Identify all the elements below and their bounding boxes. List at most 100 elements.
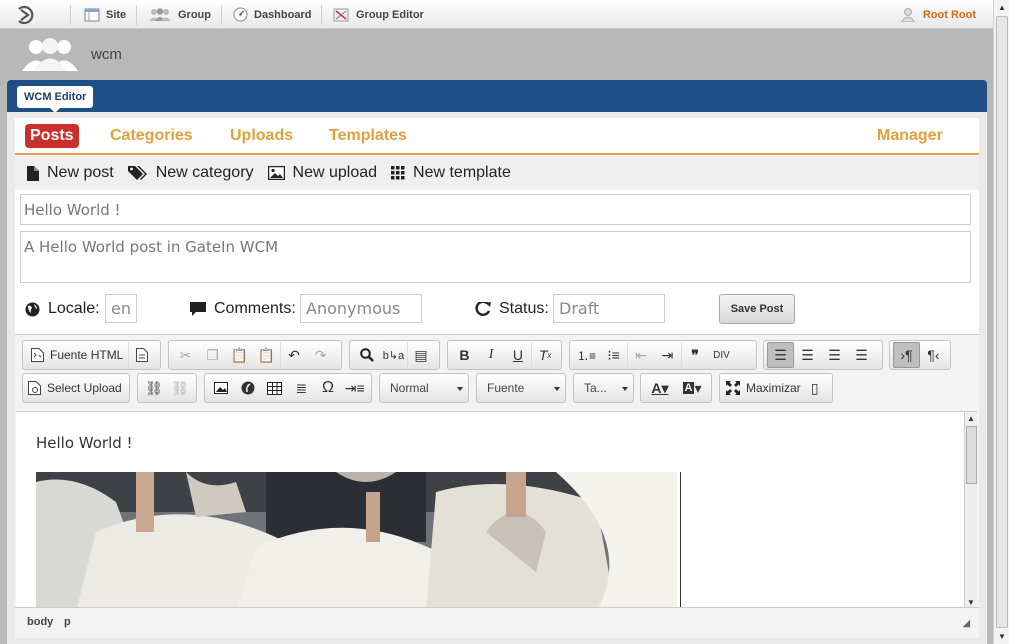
path-p[interactable]: p: [64, 616, 71, 628]
action-bar: New post New category New upload New tem…: [15, 156, 979, 190]
italic-icon[interactable]: I: [478, 342, 505, 368]
bulleted-list-icon[interactable]: ⁝≡: [600, 342, 627, 368]
group-header: wcm: [6, 30, 987, 80]
text-color-icon[interactable]: A▾: [644, 375, 676, 401]
div-container-icon[interactable]: DIV: [708, 342, 735, 368]
bg-color-icon[interactable]: A ▾: [676, 375, 708, 401]
nav-group-label: Group: [178, 8, 211, 21]
paste-icon[interactable]: 📋: [226, 342, 253, 368]
maximize-button[interactable]: Maximizar: [723, 375, 804, 401]
scrollbar-thumb[interactable]: [996, 16, 1008, 628]
page-break-icon[interactable]: ⇥≡: [341, 375, 368, 401]
table-icon[interactable]: [261, 375, 288, 401]
scroll-up-arrow-icon[interactable]: ▲: [997, 3, 1007, 13]
outdent-icon[interactable]: ⇤: [627, 342, 654, 368]
tab-posts[interactable]: Posts: [25, 124, 79, 148]
nav-group-editor[interactable]: Group Editor: [333, 0, 424, 29]
nav-group-editor-label: Group Editor: [356, 8, 424, 21]
resize-handle-icon[interactable]: ◢: [963, 618, 970, 629]
special-char-icon[interactable]: Ω: [315, 375, 342, 401]
text-direction-ltr-icon[interactable]: ›¶: [893, 342, 920, 368]
numbered-list-icon[interactable]: ⒈≡: [573, 342, 600, 368]
nav-site-label: Site: [106, 8, 127, 21]
path-body[interactable]: body: [27, 616, 53, 628]
tab-templates[interactable]: Templates: [329, 127, 407, 145]
dashboard-icon: [233, 7, 248, 22]
locale-label-group: Locale:: [25, 300, 100, 318]
tab-categories[interactable]: Categories: [110, 127, 193, 145]
gatein-logo-icon[interactable]: [16, 5, 38, 25]
format-select[interactable]: Normal: [379, 373, 469, 403]
save-post-button[interactable]: Save Post: [719, 294, 795, 324]
bold-icon[interactable]: B: [451, 342, 478, 368]
link-icon[interactable]: ⛓: [141, 375, 167, 401]
align-left-icon[interactable]: ☰: [767, 342, 794, 368]
globe-icon: [25, 302, 40, 316]
user-icon: [900, 8, 915, 22]
find-icon[interactable]: [353, 342, 380, 368]
underline-icon[interactable]: U: [505, 342, 532, 368]
align-right-icon[interactable]: ☰: [821, 342, 848, 368]
scroll-up-arrow-icon[interactable]: ▲: [967, 414, 975, 423]
new-category-button[interactable]: New category: [127, 164, 254, 182]
content-scrollbar-thumb[interactable]: [966, 426, 977, 484]
comments-label-group: Comments:: [190, 300, 296, 318]
content-scrollbar[interactable]: ▲ ▼: [964, 412, 977, 607]
text-direction-rtl-icon[interactable]: ¶‹: [920, 342, 947, 368]
tab-manager[interactable]: Manager: [877, 127, 943, 145]
font-select[interactable]: Fuente: [476, 373, 566, 403]
nav-group[interactable]: Group: [147, 0, 211, 29]
post-title-input[interactable]: Hello World !: [20, 194, 971, 225]
comments-select[interactable]: Anonymous: [300, 294, 422, 323]
tab-uploads[interactable]: Uploads: [230, 127, 293, 145]
scroll-down-arrow-icon[interactable]: ▼: [967, 598, 975, 607]
paste-text-icon[interactable]: 📋: [253, 342, 280, 368]
page-icon[interactable]: [128, 342, 155, 368]
toolbar-group-colors: A▾ A ▾: [640, 373, 712, 403]
nav-divider: [321, 5, 322, 25]
user-menu[interactable]: Root Root: [900, 0, 976, 29]
toolbar-group-insert: ≣ Ω ⇥≡: [204, 373, 372, 403]
post-excerpt-textarea[interactable]: A Hello World post in GateIn WCM: [20, 231, 971, 283]
new-post-button[interactable]: New post: [27, 164, 114, 182]
toolbar-group-upload: Select Upload: [22, 373, 130, 403]
unlink-icon[interactable]: ⛓: [167, 375, 193, 401]
window-scrollbar[interactable]: ▲ ▼: [993, 0, 1009, 644]
new-template-label: New template: [413, 164, 511, 181]
undo-icon[interactable]: ↶: [280, 342, 307, 368]
select-upload-button[interactable]: Select Upload: [26, 375, 124, 401]
locale-input[interactable]: en: [105, 294, 137, 323]
cut-icon[interactable]: ✂: [172, 342, 199, 368]
new-template-button[interactable]: New template: [391, 164, 511, 182]
new-upload-button[interactable]: New upload: [267, 164, 377, 182]
editor-content-area[interactable]: Hello World ! ▲ ▼: [16, 411, 977, 607]
wcm-editor-tab[interactable]: WCM Editor: [17, 86, 94, 113]
replace-icon[interactable]: b↳a: [380, 342, 407, 368]
source-html-button[interactable]: Fuente HTML: [26, 342, 128, 368]
file-icon: [27, 165, 39, 181]
align-center-icon[interactable]: ☰: [794, 342, 821, 368]
nav-dashboard[interactable]: Dashboard: [233, 0, 311, 29]
flash-icon[interactable]: [235, 375, 262, 401]
horizontal-rule-icon[interactable]: ≣: [288, 375, 315, 401]
nav-site[interactable]: Site: [84, 0, 126, 29]
picture-icon: [267, 166, 285, 180]
tags-icon: [127, 166, 147, 180]
wcm-editor-panel: Posts Categories Uploads Templates Manag…: [7, 112, 987, 644]
copy-icon[interactable]: ❐: [199, 342, 226, 368]
ballet-dancers-image[interactable]: [36, 472, 677, 607]
group-icon: [149, 7, 171, 21]
scroll-down-arrow-icon[interactable]: ▼: [997, 632, 1007, 642]
select-all-icon[interactable]: ▤: [407, 342, 434, 368]
status-select[interactable]: Draft: [553, 294, 665, 323]
remove-format-icon[interactable]: Tx: [531, 342, 558, 368]
size-select[interactable]: Ta...: [573, 373, 634, 403]
indent-icon[interactable]: ⇥: [654, 342, 681, 368]
blockquote-icon[interactable]: ❞: [681, 342, 708, 368]
upload-doc-icon: [28, 381, 41, 395]
group-editor-icon: [333, 8, 349, 21]
show-blocks-icon[interactable]: ▯: [804, 375, 826, 401]
redo-icon[interactable]: ↷: [307, 342, 334, 368]
image-icon[interactable]: [208, 375, 235, 401]
justify-icon[interactable]: ☰: [848, 342, 875, 368]
